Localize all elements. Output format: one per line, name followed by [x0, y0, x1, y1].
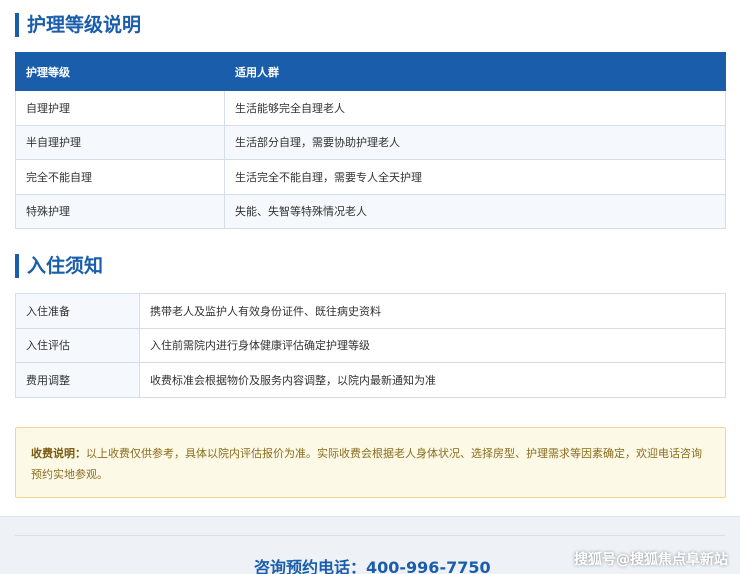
- table-row: 完全不能自理 生活完全不能自理，需要专人全天护理: [15, 159, 726, 195]
- notice-key-cell: 入住评估: [15, 327, 140, 363]
- notice-value-cell: 收费标准会根据物价及服务内容调整，以院内最新通知为准: [139, 362, 726, 398]
- admission-notice-title: 入住须知: [15, 254, 103, 278]
- care-group-cell: 生活完全不能自理，需要专人全天护理: [224, 159, 726, 195]
- column-header-group: 适用人群: [224, 52, 726, 91]
- table-row: 特殊护理 失能、失智等特殊情况老人: [15, 193, 726, 229]
- care-level-cell: 完全不能自理: [15, 159, 225, 195]
- notice-key-cell: 费用调整: [15, 362, 140, 398]
- notice-value-cell: 入住前需院内进行身体健康评估确定护理等级: [139, 327, 726, 363]
- watermark: 搜狐号@搜狐焦点阜新站: [574, 552, 728, 568]
- notice-key-cell: 入住准备: [15, 293, 140, 329]
- care-level-cell: 自理护理: [15, 90, 225, 126]
- footer-divider: [15, 535, 725, 536]
- table-row: 半自理护理 生活部分自理，需要协助护理老人: [15, 124, 726, 160]
- consult-phone[interactable]: 咨询预约电话：400-996-7750: [254, 554, 491, 574]
- fee-note-text: 以上收费仅供参考，具体以院内评估报价为准。实际收费会根据老人身体状况、选择房型、…: [31, 447, 702, 481]
- table-row: 入住准备 携带老人及监护人有效身份证件、既往病史资料: [15, 293, 726, 329]
- care-group-cell: 生活部分自理，需要协助护理老人: [224, 124, 726, 160]
- care-level-cell: 半自理护理: [15, 124, 225, 160]
- table-row: 自理护理 生活能够完全自理老人: [15, 90, 726, 126]
- care-group-cell: 失能、失智等特殊情况老人: [224, 193, 726, 229]
- admission-notice-table: 入住准备 携带老人及监护人有效身份证件、既往病史资料 入住评估 入住前需院内进行…: [15, 293, 726, 398]
- table-row: 费用调整 收费标准会根据物价及服务内容调整，以院内最新通知为准: [15, 362, 726, 398]
- footer: 咨询预约电话：400-996-7750 搜狐号@搜狐焦点阜新站: [0, 516, 740, 574]
- table-header-row: 护理等级 适用人群: [15, 52, 726, 91]
- column-header-level: 护理等级: [15, 52, 225, 91]
- care-level-cell: 特殊护理: [15, 193, 225, 229]
- care-level-table: 护理等级 适用人群 自理护理 生活能够完全自理老人 半自理护理 生活部分自理，需…: [15, 52, 726, 229]
- notice-value-cell: 携带老人及监护人有效身份证件、既往病史资料: [139, 293, 726, 329]
- care-level-title: 护理等级说明: [15, 13, 141, 37]
- care-group-cell: 生活能够完全自理老人: [224, 90, 726, 126]
- fee-note-box: 收费说明：以上收费仅供参考，具体以院内评估报价为准。实际收费会根据老人身体状况、…: [15, 427, 726, 498]
- fee-note-label: 收费说明：: [31, 447, 86, 460]
- table-row: 入住评估 入住前需院内进行身体健康评估确定护理等级: [15, 327, 726, 363]
